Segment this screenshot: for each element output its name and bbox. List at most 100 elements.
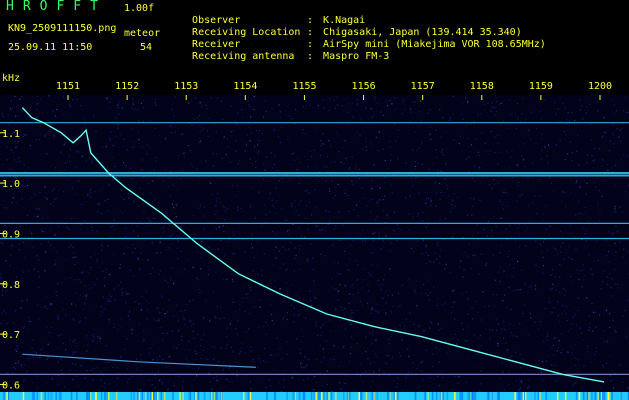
noise-dot	[416, 176, 419, 179]
noise-dot	[223, 206, 225, 208]
noise-dot	[285, 220, 287, 222]
noise-dot	[405, 197, 407, 199]
noise-dot	[445, 162, 447, 164]
noise-dot	[438, 361, 440, 363]
noise-dot	[500, 124, 502, 126]
noise-dot	[199, 131, 201, 133]
noise-dot	[384, 160, 386, 162]
noise-dot	[468, 242, 470, 245]
strip-mark	[22, 392, 25, 400]
noise-dot	[374, 98, 376, 100]
noise-dot	[489, 328, 491, 331]
noise-dot	[348, 168, 350, 170]
noise-dot	[428, 198, 430, 200]
noise-dot	[323, 143, 325, 145]
noise-dot	[129, 319, 131, 321]
noise-dot	[423, 284, 425, 286]
noise-dot	[28, 270, 30, 272]
noise-dot	[190, 320, 192, 322]
noise-dot	[286, 312, 288, 314]
noise-dot	[303, 367, 305, 369]
noise-dot	[405, 162, 407, 164]
noise-dot	[410, 111, 412, 113]
noise-dot	[38, 286, 40, 288]
noise-dot	[38, 259, 40, 261]
noise-dot	[119, 101, 121, 104]
noise-dot	[199, 137, 201, 139]
noise-dot	[542, 256, 544, 258]
strip-mark	[360, 392, 362, 400]
strip-mark	[179, 392, 181, 400]
noise-dot	[557, 108, 559, 110]
noise-dot	[454, 318, 456, 320]
strip-mark	[302, 392, 305, 400]
noise-dot	[99, 189, 101, 191]
noise-dot	[100, 305, 102, 307]
noise-dot	[72, 246, 74, 248]
noise-dot	[38, 208, 40, 210]
noise-dot	[583, 365, 585, 367]
noise-dot	[445, 130, 447, 133]
noise-dot	[138, 259, 140, 261]
noise-dot	[252, 270, 254, 272]
noise-dot	[232, 351, 234, 353]
noise-dot	[102, 146, 104, 148]
noise-dot	[14, 140, 16, 142]
noise-dot	[43, 306, 45, 308]
noise-dot	[147, 217, 149, 219]
noise-dot	[245, 352, 247, 354]
noise-dot	[327, 223, 329, 225]
noise-dot	[384, 176, 386, 178]
noise-dot	[36, 216, 38, 218]
noise-dot	[397, 227, 399, 230]
noise-dot	[350, 336, 352, 338]
noise-dot	[293, 314, 295, 316]
noise-dot	[576, 150, 578, 152]
noise-dot	[213, 377, 215, 379]
noise-dot	[188, 349, 190, 351]
noise-dot	[232, 252, 234, 255]
noise-dot	[125, 246, 127, 248]
noise-dot	[555, 170, 558, 172]
noise-dot	[358, 178, 361, 180]
noise-dot	[53, 188, 56, 190]
noise-dot	[383, 274, 385, 276]
noise-dot	[377, 279, 380, 282]
noise-dot	[91, 223, 93, 226]
noise-dot	[50, 229, 52, 231]
strip-mark	[321, 392, 323, 400]
noise-dot	[49, 304, 51, 306]
noise-dot	[605, 239, 607, 241]
noise-dot	[265, 361, 267, 363]
noise-dot	[228, 236, 230, 238]
noise-dot	[10, 254, 12, 256]
noise-dot	[390, 159, 392, 161]
noise-dot	[109, 107, 111, 109]
noise-dot	[80, 294, 82, 296]
noise-dot	[410, 371, 412, 373]
noise-dot	[422, 240, 424, 242]
noise-dot	[508, 167, 510, 169]
noise-dot	[298, 214, 300, 216]
noise-dot	[5, 291, 7, 293]
noise-dot	[592, 273, 594, 275]
noise-dot	[414, 101, 416, 103]
noise-dot	[581, 286, 583, 288]
noise-dot	[614, 205, 616, 208]
noise-dot	[211, 165, 213, 167]
noise-dot	[435, 205, 437, 207]
noise-dot	[76, 99, 79, 101]
noise-dot	[300, 329, 302, 331]
noise-dot	[184, 268, 186, 270]
noise-dot	[511, 364, 513, 366]
noise-dot	[72, 379, 74, 381]
noise-dot	[193, 235, 195, 237]
noise-dot	[222, 118, 224, 120]
noise-dot	[361, 148, 363, 151]
noise-dot	[223, 231, 225, 233]
strip-mark	[514, 392, 516, 400]
noise-dot	[291, 117, 293, 120]
noise-dot	[210, 182, 212, 184]
noise-dot	[133, 141, 135, 143]
noise-dot	[191, 325, 193, 327]
